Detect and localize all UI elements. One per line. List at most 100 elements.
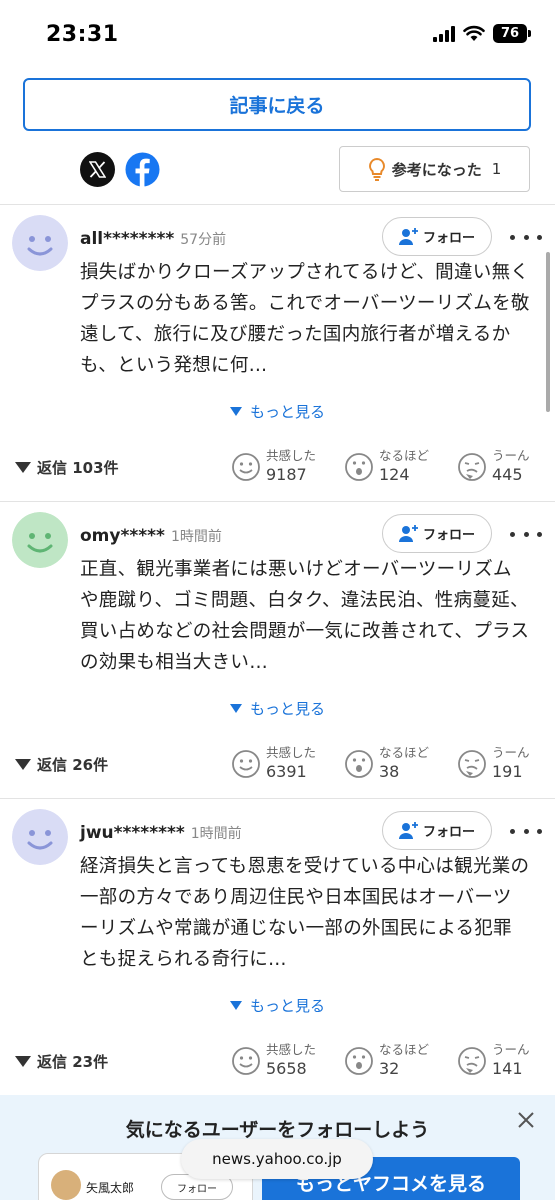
avatar[interactable] xyxy=(12,809,68,865)
reaction-hmm-button[interactable]: うーん 141 xyxy=(457,1042,530,1080)
reaction-count: 124 xyxy=(379,465,410,484)
comment-item: all******** 57分前 フォロー 損失ばかりクローズアップされてるけど、… xyxy=(0,205,555,501)
lightbulb-icon xyxy=(368,157,385,181)
reaction-label: なるほど xyxy=(379,448,430,463)
status-bar: 23:31 76 xyxy=(0,0,555,70)
add-user-icon xyxy=(398,821,418,839)
smile-face-icon xyxy=(232,453,260,481)
reaction-label: 共感した xyxy=(266,1042,317,1057)
add-user-icon xyxy=(398,227,418,245)
more-options-icon[interactable] xyxy=(510,524,542,544)
comment-meta: jwu******** 1時間前 xyxy=(80,823,242,843)
reaction-insightful-button[interactable]: なるほど 38 xyxy=(344,745,429,783)
thinking-face-icon xyxy=(458,453,486,481)
replies-toggle[interactable]: 返信 103件 xyxy=(15,457,119,478)
show-more-label: もっと見る xyxy=(249,403,325,421)
caret-down-icon xyxy=(229,704,242,713)
replies-toggle[interactable]: 返信 23件 xyxy=(15,1051,108,1072)
banner-title: 気になるユーザーをフォローしよう xyxy=(125,1119,430,1141)
surprised-face-icon xyxy=(345,1047,373,1075)
reaction-count: 191 xyxy=(492,762,523,781)
replies-count: 返信 26件 xyxy=(37,756,109,774)
caret-down-icon xyxy=(229,407,242,416)
browser-url-bar[interactable]: news.yahoo.co.jp xyxy=(181,1139,373,1179)
replies-toggle[interactable]: 返信 26件 xyxy=(15,754,108,775)
helpful-label: 参考になった xyxy=(391,160,482,179)
reaction-count: 9187 xyxy=(266,465,307,484)
surprised-face-icon xyxy=(345,750,373,778)
show-more-link[interactable]: もっと見る xyxy=(0,698,555,719)
show-more-label: もっと見る xyxy=(249,997,325,1015)
reaction-label: なるほど xyxy=(379,745,430,760)
reaction-label: 共感した xyxy=(266,448,317,463)
reaction-label: なるほど xyxy=(379,1042,430,1057)
comment-timestamp: 1時間前 xyxy=(190,826,242,842)
reaction-count: 38 xyxy=(379,762,400,781)
follow-button[interactable]: フォロー xyxy=(382,217,492,256)
reaction-count: 445 xyxy=(492,465,523,484)
comment-username[interactable]: omy***** xyxy=(80,526,165,546)
reaction-empathize-button[interactable]: 共感した 5658 xyxy=(231,1042,316,1080)
back-to-article-button[interactable]: 記事に戻る xyxy=(23,78,531,131)
comment-item: omy***** 1時間前 フォロー 正直、観光事業者には悪いけどオーバーツーリズ… xyxy=(0,502,555,798)
replies-count: 返信 23件 xyxy=(37,1053,109,1071)
caret-down-icon xyxy=(15,759,31,770)
comment-meta: omy***** 1時間前 xyxy=(80,526,222,546)
reaction-count: 32 xyxy=(379,1059,400,1078)
battery-icon: 76 xyxy=(493,24,531,43)
thinking-face-icon xyxy=(458,1047,486,1075)
helpful-count: 1 xyxy=(491,160,502,178)
more-options-icon[interactable] xyxy=(510,821,542,841)
x-share-icon[interactable] xyxy=(80,152,115,187)
avatar xyxy=(51,1170,81,1200)
caret-down-icon xyxy=(15,462,31,473)
comment-timestamp: 57分前 xyxy=(180,232,227,248)
reaction-count: 141 xyxy=(492,1059,523,1078)
show-more-link[interactable]: もっと見る xyxy=(0,995,555,1016)
smile-face-icon xyxy=(232,1047,260,1075)
avatar[interactable] xyxy=(12,215,68,271)
share-row: 参考になった 1 xyxy=(0,146,555,196)
follow-label: フォロー xyxy=(422,528,475,543)
battery-level: 76 xyxy=(493,24,527,43)
reaction-hmm-button[interactable]: うーん 191 xyxy=(457,745,530,783)
comment-body: 正直、観光事業者には悪いけどオーバーツーリズムや鹿蹴り、ゴミ問題、白タク、違法民… xyxy=(80,559,530,673)
comment-body: 損失ばかりクローズアップされてるけど、間違い無くプラスの分もある筈。これでオーバ… xyxy=(80,262,530,376)
show-more-label: もっと見る xyxy=(249,700,325,718)
helpful-button[interactable]: 参考になった 1 xyxy=(339,146,530,192)
reaction-hmm-button[interactable]: うーん 445 xyxy=(457,448,530,486)
suggested-user-name: 矢風太郎 xyxy=(86,1181,135,1195)
smile-face-icon xyxy=(232,750,260,778)
caret-down-icon xyxy=(15,1056,31,1067)
surprised-face-icon xyxy=(345,453,373,481)
comment-timestamp: 1時間前 xyxy=(170,529,222,545)
reaction-label: うーん xyxy=(492,1042,530,1057)
status-time: 23:31 xyxy=(46,22,119,47)
follow-label: フォロー xyxy=(422,825,475,840)
show-more-link[interactable]: もっと見る xyxy=(0,401,555,422)
status-icons: 76 xyxy=(433,24,531,43)
close-icon[interactable] xyxy=(515,1109,537,1131)
scrollbar-thumb[interactable] xyxy=(546,252,550,412)
comment-meta: all******** 57分前 xyxy=(80,229,226,249)
caret-down-icon xyxy=(229,1001,242,1010)
more-options-icon[interactable] xyxy=(510,227,542,247)
reaction-insightful-button[interactable]: なるほど 124 xyxy=(344,448,429,486)
comment-username[interactable]: jwu******** xyxy=(80,823,185,843)
follow-label: フォロー xyxy=(422,231,475,246)
follow-button[interactable]: フォロー xyxy=(382,811,492,850)
avatar[interactable] xyxy=(12,512,68,568)
reaction-insightful-button[interactable]: なるほど 32 xyxy=(344,1042,429,1080)
reaction-label: うーん xyxy=(492,745,530,760)
comment-item: jwu******** 1時間前 フォロー 経済損失と言っても恩恵を受けている中心… xyxy=(0,799,555,1095)
replies-count: 返信 103件 xyxy=(37,459,119,477)
reaction-label: うーん xyxy=(492,448,530,463)
comment-username[interactable]: all******** xyxy=(80,229,174,249)
follow-button[interactable]: フォロー xyxy=(382,514,492,553)
add-user-icon xyxy=(398,524,418,542)
reaction-empathize-button[interactable]: 共感した 6391 xyxy=(231,745,316,783)
reaction-empathize-button[interactable]: 共感した 9187 xyxy=(231,448,316,486)
facebook-share-icon[interactable] xyxy=(125,152,160,187)
wifi-icon xyxy=(463,25,485,41)
reaction-label: 共感した xyxy=(266,745,317,760)
